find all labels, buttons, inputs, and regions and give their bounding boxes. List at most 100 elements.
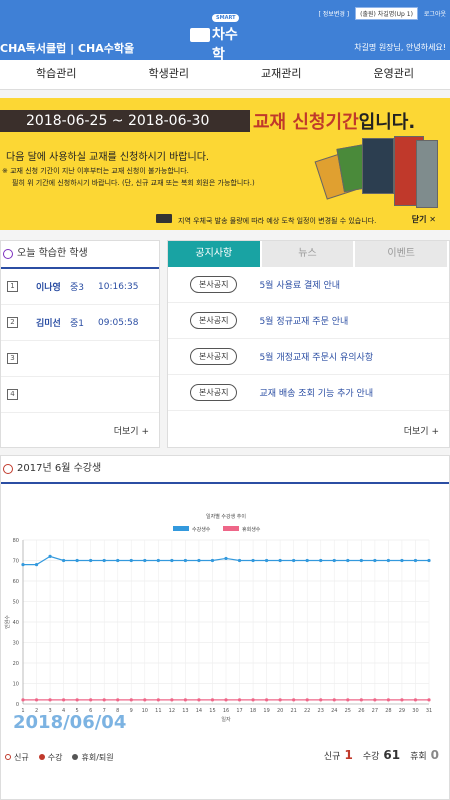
data-point	[210, 558, 215, 563]
status-stats: 신규 1 수강 61 휴회 0	[324, 748, 439, 762]
data-point	[156, 698, 160, 702]
notice-row[interactable]: 본사공지 5월 사용료 결제 안내	[168, 267, 449, 303]
monthly-students-panel: 2017년 6월 수강생 일자별 수강생 추이 수강생수 휴회생수 0 10 20 30 40…	[0, 455, 450, 800]
notice-badge: 본사공지	[190, 384, 238, 401]
data-point	[102, 698, 106, 702]
legend-paused-label: 휴회/퇴원	[81, 753, 114, 762]
student-name[interactable]: 김미선	[36, 316, 70, 329]
x-tick-label: 9	[130, 708, 133, 714]
notice-title[interactable]: 5월 정규교재 주문 안내	[259, 314, 348, 327]
row-number: 4	[7, 389, 18, 400]
data-point	[386, 558, 390, 563]
data-point	[48, 698, 52, 702]
notice-title[interactable]: 교재 배송 조회 기능 추가 안내	[259, 386, 373, 399]
student-row[interactable]: 2 김미선 중1 09:05:58	[1, 305, 159, 341]
data-point	[400, 698, 404, 702]
legend-new-label: 신규	[14, 753, 29, 762]
logout-link[interactable]: 로그아웃	[424, 9, 446, 18]
data-point	[116, 558, 120, 563]
data-point	[292, 698, 296, 702]
circle-icon	[72, 754, 79, 760]
circle-icon	[38, 754, 45, 760]
x-tick-label: 24	[331, 708, 337, 714]
data-point	[265, 558, 269, 563]
y-tick-label: 80	[13, 538, 19, 544]
data-point	[129, 558, 133, 563]
y-tick-label: 30	[13, 641, 19, 647]
notice-badge: 본사공지	[190, 276, 238, 293]
student-row[interactable]: 1 이나영 중3 10:16:35	[1, 269, 159, 305]
tab-notices[interactable]: 공지사항	[168, 241, 260, 267]
data-point	[197, 698, 201, 702]
notice-row[interactable]: 본사공지 5월 정규교재 주문 안내	[168, 303, 449, 339]
x-tick-label: 12	[169, 708, 175, 714]
x-tick-label: 10	[142, 708, 148, 714]
student-time: 10:16:35	[98, 281, 139, 292]
logo[interactable]: SMART 차수학	[190, 14, 250, 63]
y-tick-label: 50	[13, 600, 19, 606]
data-point	[278, 558, 282, 563]
notice-title[interactable]: 5월 개정교재 주문시 유의사항	[259, 350, 373, 363]
data-point	[224, 698, 228, 702]
stat-enrolled-value: 61	[383, 748, 401, 762]
data-point	[332, 698, 336, 702]
data-point	[292, 558, 296, 563]
student-grade: 중3	[70, 283, 85, 293]
data-point	[359, 558, 363, 563]
student-row: 4	[1, 377, 159, 413]
notice-row[interactable]: 본사공지 5월 개정교재 주문시 유의사항	[168, 339, 449, 375]
nav-students[interactable]: 학생관리	[113, 60, 226, 89]
textbooks-image	[314, 136, 438, 214]
data-point	[427, 558, 431, 563]
students-more-link[interactable]: 더보기 +	[114, 424, 149, 437]
banner-close-button[interactable]: 닫기 ✕	[412, 214, 436, 225]
x-tick-label: 13	[182, 708, 188, 714]
data-point	[224, 556, 228, 561]
banner-footer: 지역 우체국 발송 물량에 따라 예상 도착 일정이 변경될 수 있습니다. 닫…	[0, 212, 450, 230]
data-point	[373, 558, 377, 563]
tab-news[interactable]: 뉴스	[261, 241, 354, 267]
data-point	[183, 558, 187, 563]
greeting: 차길명 원장님, 안녕하세요!	[354, 43, 446, 52]
truck-icon	[156, 214, 172, 223]
main-nav: 학습관리 학생관리 교재관리 운영관리	[0, 60, 450, 90]
notice-title[interactable]: 5월 사용료 결제 안내	[259, 278, 340, 291]
data-point	[305, 558, 309, 563]
data-point	[170, 558, 174, 563]
data-point	[102, 558, 106, 563]
notices-more-link[interactable]: 더보기 +	[404, 424, 439, 437]
row-number: 1	[7, 281, 18, 292]
data-point	[183, 698, 187, 702]
data-point	[129, 698, 133, 702]
y-tick-label: 0	[16, 702, 19, 708]
data-point	[346, 698, 350, 702]
monthly-students-title-text: 2017년 6월 수강생	[17, 463, 102, 474]
notice-row[interactable]: 본사공지 교재 배송 조회 기능 추가 안내	[168, 375, 449, 411]
student-name[interactable]: 이나영	[36, 280, 70, 293]
banner-headline: 교재 신청기간입니다.	[253, 108, 415, 134]
stat-enrolled: 수강 61	[363, 748, 400, 762]
tab-events[interactable]: 이벤트	[355, 241, 448, 267]
nav-textbooks[interactable]: 교재관리	[225, 60, 338, 89]
data-point	[413, 558, 418, 563]
student-row: 3	[1, 341, 159, 377]
y-tick-label: 40	[13, 620, 19, 626]
data-point	[373, 698, 377, 702]
data-point	[156, 558, 160, 563]
chart-title: 일자별 수강생 추이	[206, 513, 246, 520]
nav-operations[interactable]: 운영관리	[338, 60, 450, 89]
brand-links[interactable]: CHA독서클럽 | CHA수학올	[0, 40, 134, 56]
data-point	[251, 558, 255, 563]
x-tick-label: 15	[209, 708, 215, 714]
nav-learning[interactable]: 학습관리	[0, 60, 113, 89]
data-point	[427, 698, 431, 702]
info-change-link[interactable]: [ 정보변경 ]	[319, 9, 350, 18]
textbook-banner: 2018-06-25 ~ 2018-06-30 교재 신청기간입니다. 다음 달…	[0, 98, 450, 230]
x-tick-label: 11	[155, 708, 161, 714]
data-point	[210, 698, 215, 702]
data-point	[75, 558, 79, 563]
y-tick-label: 10	[13, 682, 19, 688]
account-select[interactable]: (출원) 차길명(Up 1)	[355, 7, 418, 20]
notice-badge: 본사공지	[190, 312, 238, 329]
check-circle-icon	[3, 249, 13, 259]
